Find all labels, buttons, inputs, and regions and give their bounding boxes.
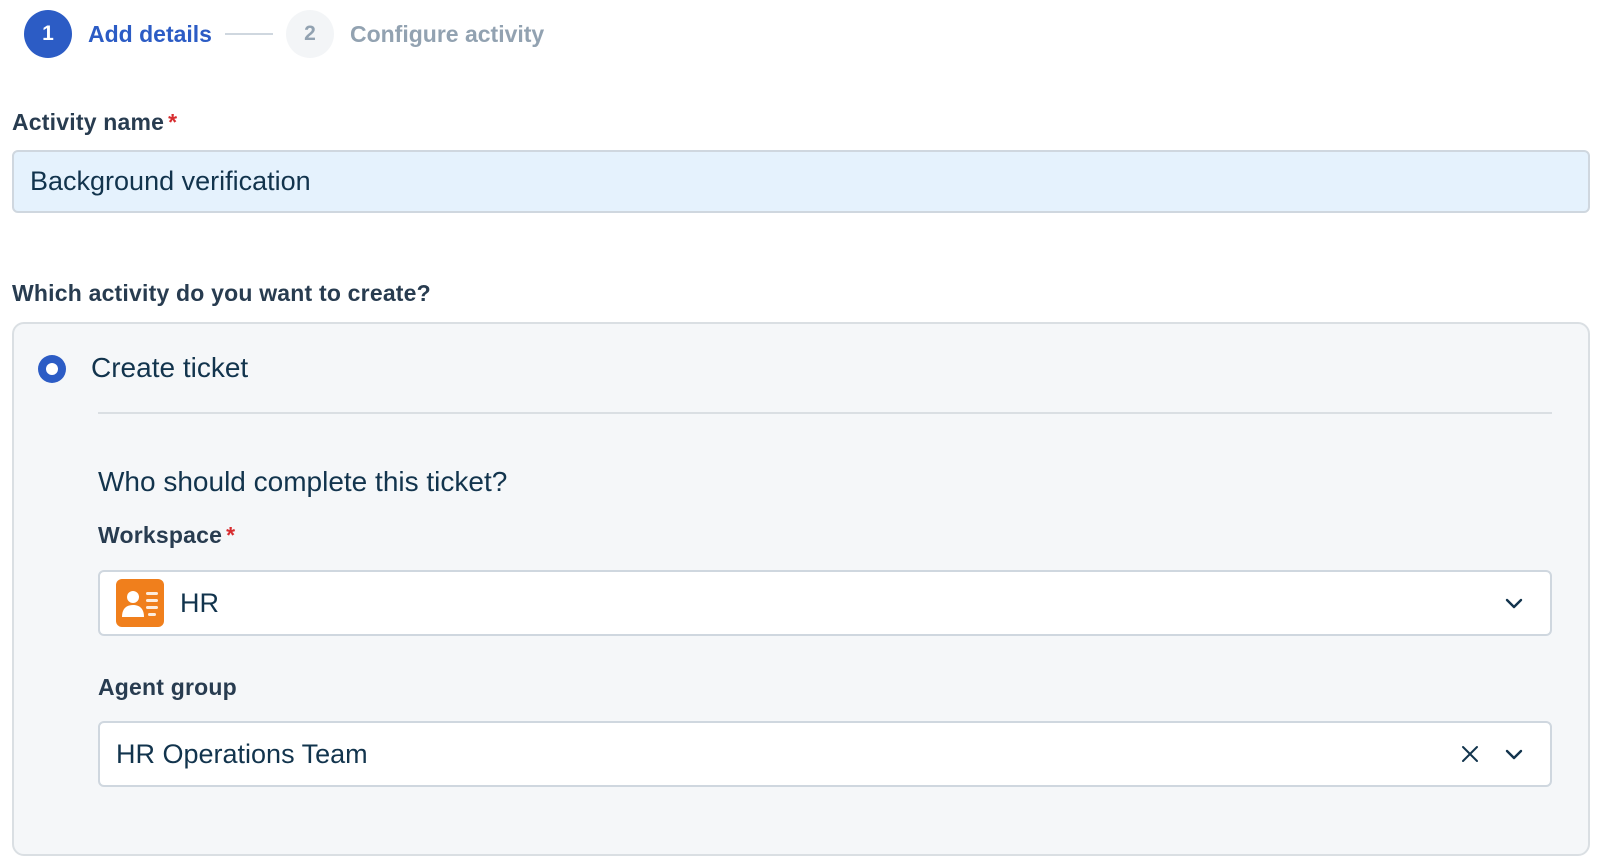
- contact-card-icon: [116, 579, 164, 627]
- step-1-indicator[interactable]: 1: [24, 10, 72, 58]
- radio-selected-dot: [46, 363, 58, 375]
- step-1-label[interactable]: Add details: [88, 21, 212, 48]
- workspace-value: HR: [180, 587, 219, 618]
- agent-group-select[interactable]: HR Operations Team: [98, 721, 1552, 787]
- activity-name-label-text: Activity name: [12, 109, 165, 135]
- activity-type-question: Which activity do you want to create?: [12, 280, 431, 306]
- workspace-select[interactable]: HR: [98, 570, 1552, 636]
- activity-options-panel: Create ticket Who should complete this t…: [12, 322, 1590, 856]
- divider: [98, 412, 1552, 414]
- activity-name-input[interactable]: [12, 150, 1590, 213]
- create-ticket-label[interactable]: Create ticket: [91, 352, 248, 384]
- clear-icon[interactable]: [1458, 742, 1482, 766]
- activity-name-label: Activity name *: [12, 109, 177, 136]
- chevron-down-icon[interactable]: [1502, 591, 1526, 615]
- agent-group-label: Agent group: [98, 674, 237, 700]
- create-ticket-radio[interactable]: [38, 355, 66, 383]
- assignee-question: Who should complete this ticket?: [98, 466, 508, 497]
- chevron-down-icon[interactable]: [1502, 742, 1526, 766]
- workspace-label: Workspace *: [98, 522, 235, 549]
- step-2-indicator[interactable]: 2: [285, 10, 334, 58]
- workspace-label-text: Workspace: [98, 522, 223, 548]
- step-connector: [224, 33, 273, 35]
- stepper: 1 Add details 2 Configure activity: [24, 10, 544, 58]
- step-2-label[interactable]: Configure activity: [350, 21, 544, 48]
- agent-group-value: HR Operations Team: [116, 738, 368, 769]
- required-mark: *: [226, 522, 236, 548]
- required-mark: *: [168, 109, 178, 135]
